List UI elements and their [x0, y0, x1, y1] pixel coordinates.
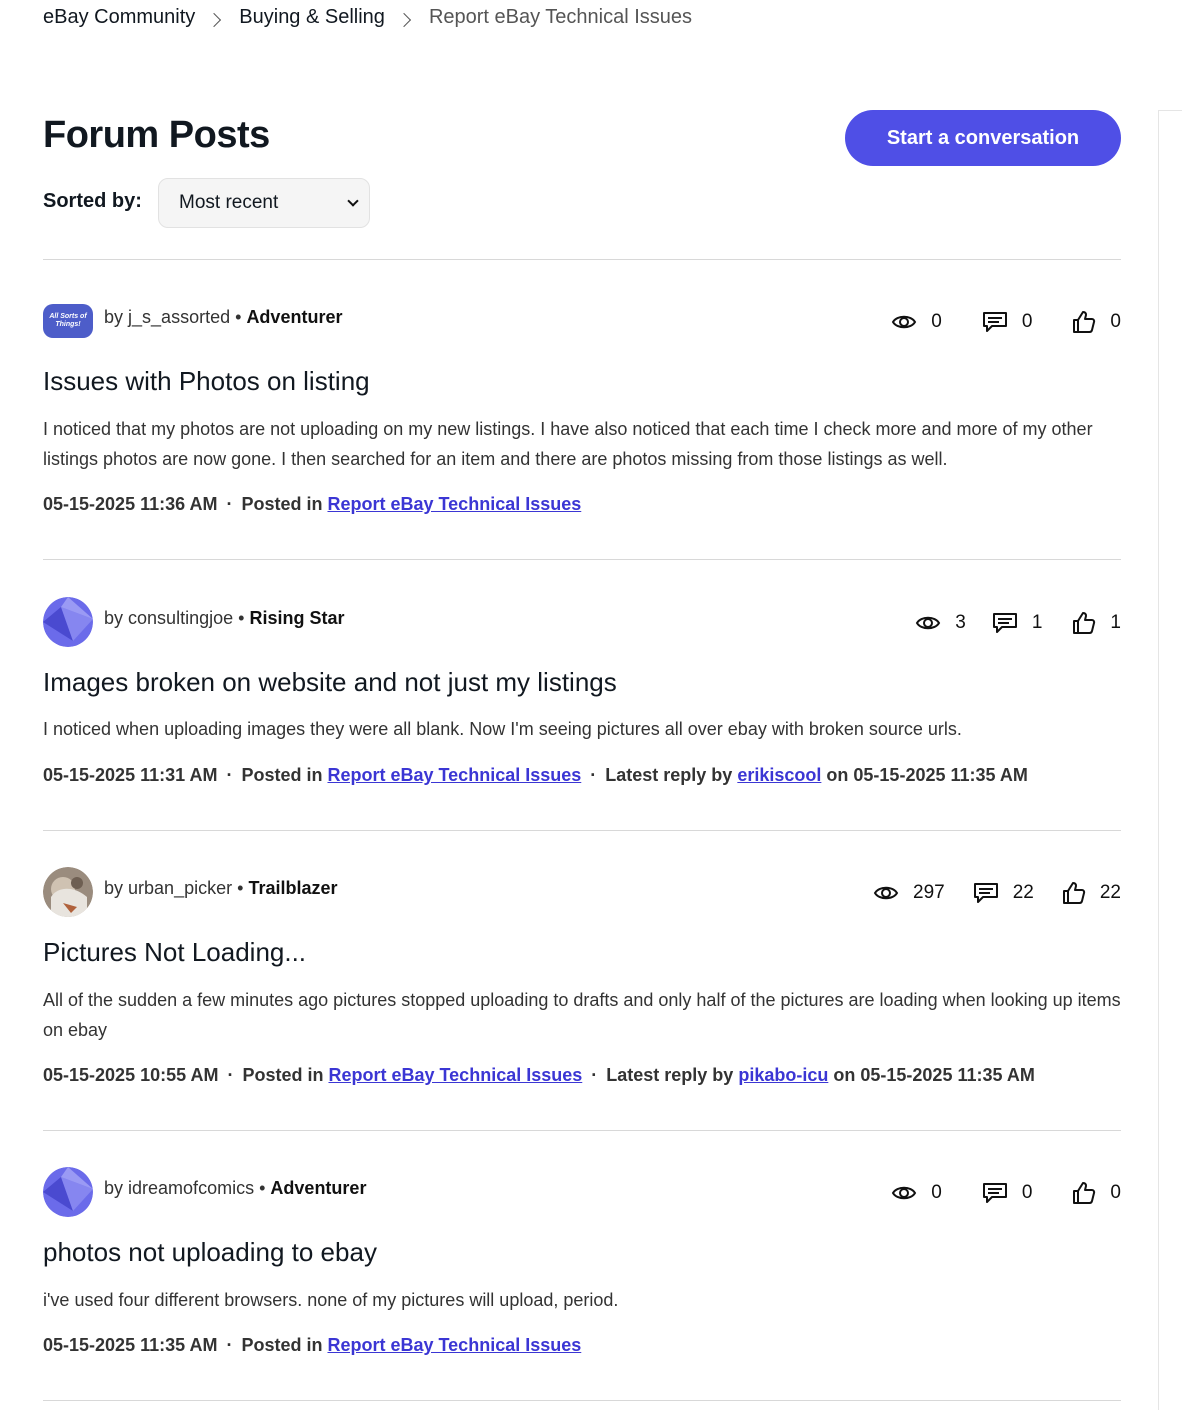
- replies-count: 0: [1021, 1182, 1033, 1203]
- kudos-stat[interactable]: 1: [1072, 611, 1121, 635]
- board-link[interactable]: Report eBay Technical Issues: [327, 494, 581, 514]
- breadcrumb-buying-selling[interactable]: Buying & Selling: [239, 6, 385, 29]
- author-name[interactable]: j_s_assorted: [128, 307, 230, 327]
- post-meta: 05-15-2025 11:36 AM · Posted in Report eBa…: [43, 494, 582, 514]
- replies-count: 1: [1031, 612, 1043, 633]
- thumbs-up-icon: [1062, 882, 1085, 904]
- sidebar-border-top: [1158, 110, 1182, 111]
- divider: [43, 259, 1121, 260]
- post-stats: 297 22 22: [873, 881, 1121, 905]
- post-title[interactable]: Images broken on website and not just my…: [43, 667, 617, 698]
- avatar[interactable]: All Sorts of Things!: [43, 304, 93, 338]
- post-stats: 3 1 1: [915, 611, 1121, 635]
- comment-icon: [982, 1183, 1007, 1203]
- divider: [43, 1400, 1121, 1401]
- latest-reply-user-link[interactable]: erikiscool: [737, 765, 821, 785]
- views-stat: 297: [873, 882, 945, 904]
- comment-icon: [992, 613, 1017, 633]
- breadcrumb-ebay-community[interactable]: eBay Community: [43, 6, 195, 29]
- sort-label: Sorted by:: [43, 190, 142, 212]
- kudos-stat[interactable]: 0: [1072, 310, 1121, 334]
- author-rank: Adventurer: [270, 1178, 367, 1198]
- breadcrumb: eBay Community Buying & Selling Report e…: [43, 6, 692, 29]
- page-title: Forum Posts: [43, 114, 270, 156]
- replies-stat: 1: [992, 611, 1043, 635]
- post-date: 05-15-2025 10:55 AM: [43, 1065, 219, 1085]
- sidebar-border: [1158, 110, 1159, 1410]
- avatar[interactable]: [43, 1167, 93, 1217]
- post-body: i've used four different browsers. none …: [43, 1290, 619, 1310]
- post-stats: 0 0 0: [891, 310, 1121, 334]
- comment-icon: [973, 883, 998, 903]
- post-meta: 05-15-2025 10:55 AM · Posted in Report eBa…: [43, 1065, 1035, 1085]
- post-title[interactable]: Pictures Not Loading...: [43, 937, 306, 968]
- thumbs-up-icon: [1073, 1182, 1096, 1204]
- sort-dropdown[interactable]: Most recent: [158, 178, 370, 228]
- kudos-count: 0: [1110, 311, 1121, 332]
- replies-stat: 0: [982, 1181, 1033, 1205]
- kudos-count: 1: [1110, 612, 1121, 633]
- author-line: by idreamofcomics • Adventurer: [104, 1178, 367, 1198]
- author-line: by consultingjoe • Rising Star: [104, 608, 345, 628]
- chevron-right-icon: [207, 12, 222, 27]
- post-body: I noticed when uploading images they wer…: [43, 719, 962, 739]
- comment-icon: [982, 312, 1007, 332]
- eye-icon: [892, 315, 917, 329]
- author-rank: Trailblazer: [248, 878, 338, 898]
- chevron-right-icon: [396, 12, 412, 27]
- post-body: All of the sudden a few minutes ago pict…: [43, 990, 1121, 1040]
- breadcrumb-current: Report eBay Technical Issues: [428, 6, 693, 28]
- kudos-stat[interactable]: 0: [1072, 1181, 1121, 1205]
- replies-count: 22: [1012, 882, 1034, 903]
- post-meta: 05-15-2025 11:31 AM · Posted in Report eBa…: [43, 765, 1028, 785]
- author-line: by urban_picker • Trailblazer: [104, 878, 338, 898]
- replies-stat: 0: [982, 310, 1033, 334]
- thumbs-up-icon: [1073, 612, 1096, 634]
- post-date: 05-15-2025 11:31 AM: [43, 765, 218, 785]
- post-title[interactable]: photos not uploading to ebay: [43, 1237, 377, 1268]
- eye-icon: [873, 886, 899, 900]
- author-name[interactable]: idreamofcomics: [128, 1178, 254, 1198]
- board-link[interactable]: Report eBay Technical Issues: [328, 1065, 582, 1085]
- divider: [43, 830, 1121, 831]
- author-name[interactable]: consultingjoe: [128, 608, 233, 628]
- avatar[interactable]: [43, 597, 93, 647]
- replies-count: 0: [1021, 311, 1033, 332]
- post-title[interactable]: Issues with Photos on listing: [43, 366, 370, 397]
- sort-selected-value: Most recent: [179, 192, 279, 213]
- divider: [43, 1130, 1121, 1131]
- author-rank: Adventurer: [246, 307, 343, 327]
- eye-icon: [892, 1186, 917, 1200]
- post-date: 05-15-2025 11:36 AM: [43, 494, 218, 514]
- latest-reply-date: 05-15-2025 11:35 AM: [853, 765, 1028, 785]
- views-stat: 0: [891, 1182, 942, 1204]
- divider: [43, 559, 1121, 560]
- kudos-count: 0: [1110, 1182, 1121, 1203]
- eye-icon: [916, 616, 941, 630]
- start-conversation-button[interactable]: Start a conversation: [845, 110, 1121, 166]
- thumbs-up-icon: [1073, 311, 1096, 333]
- chevron-down-icon: [347, 195, 359, 207]
- post-body: I noticed that my photos are not uploadi…: [43, 419, 1093, 469]
- latest-reply-date: 05-15-2025 11:35 AM: [860, 1065, 1035, 1085]
- views-count: 297: [913, 882, 945, 903]
- views-stat: 0: [891, 311, 942, 333]
- views-count: 0: [931, 311, 942, 332]
- views-stat: 3: [915, 612, 966, 634]
- post-meta: 05-15-2025 11:35 AM · Posted in Report eBa…: [43, 1335, 582, 1355]
- avatar[interactable]: [43, 867, 93, 917]
- kudos-stat[interactable]: 22: [1062, 881, 1121, 905]
- post-date: 05-15-2025 11:35 AM: [43, 1335, 218, 1355]
- author-rank: Rising Star: [249, 608, 345, 628]
- board-link[interactable]: Report eBay Technical Issues: [327, 1335, 581, 1355]
- replies-stat: 22: [973, 881, 1034, 905]
- author-line: by j_s_assorted • Adventurer: [104, 307, 343, 327]
- views-count: 3: [955, 612, 966, 633]
- post-stats: 0 0 0: [891, 1181, 1121, 1205]
- author-name[interactable]: urban_picker: [128, 878, 232, 898]
- kudos-count: 22: [1099, 882, 1121, 903]
- views-count: 0: [931, 1182, 942, 1203]
- latest-reply-user-link[interactable]: pikabo-icu: [738, 1065, 828, 1085]
- board-link[interactable]: Report eBay Technical Issues: [327, 765, 581, 785]
